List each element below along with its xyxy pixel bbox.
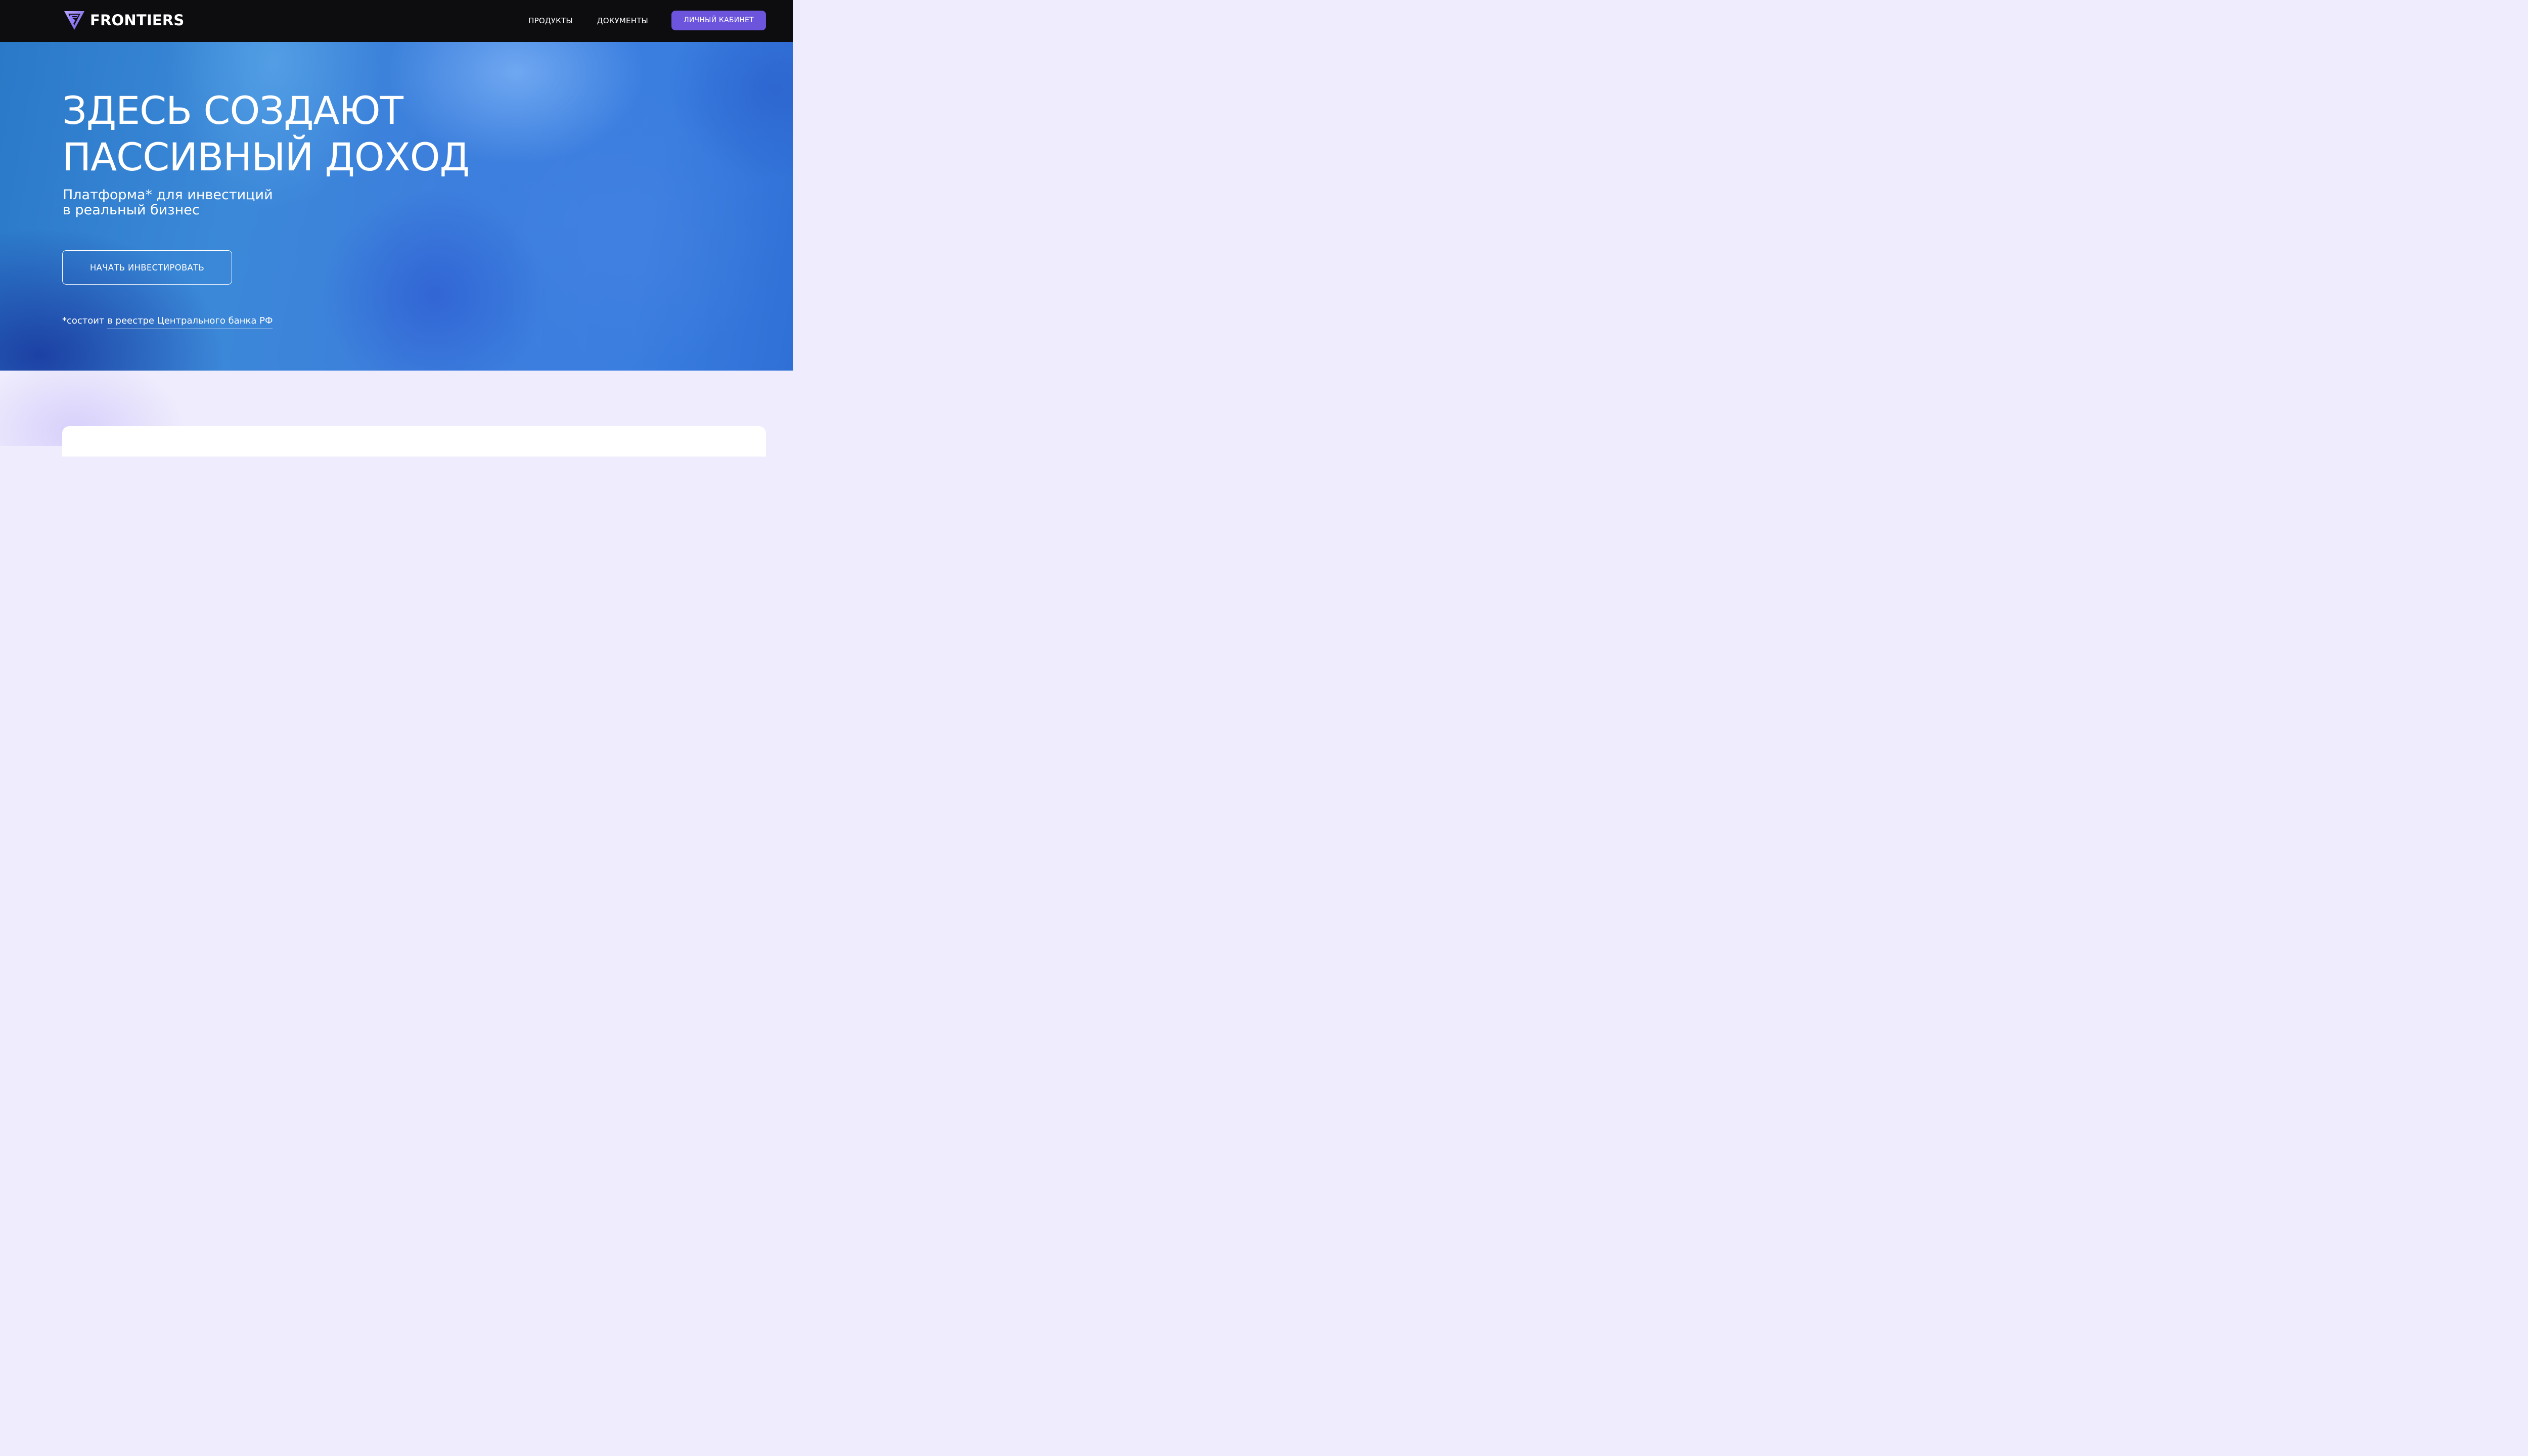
hero-section: ЗДЕСЬ СОЗДАЮТ ПАССИВНЫЙ ДОХОД Платформа*… [0, 42, 793, 371]
brand-logo[interactable]: FRONTIERS [64, 10, 184, 30]
frontiers-logo-icon [64, 11, 84, 30]
start-investing-button[interactable]: НАЧАТЬ ИНВЕСТИРОВАТЬ [62, 250, 232, 285]
hero-subtitle-line-1: Платформа* для инвестиций [63, 187, 273, 203]
hero-subtitle: Платформа* для инвестиций в реальный биз… [63, 188, 273, 218]
content-card [62, 426, 766, 457]
hero-title: ЗДЕСЬ СОЗДАЮТ ПАССИВНЫЙ ДОХОД [62, 87, 470, 180]
hero-title-line-1: ЗДЕСЬ СОЗДАЮТ [62, 88, 403, 133]
footnote-prefix: *состоит [62, 315, 108, 326]
nav-link-documents[interactable]: ДОКУМЕНТЫ [597, 16, 648, 25]
personal-account-button[interactable]: ЛИЧНЫЙ КАБИНЕТ [671, 11, 766, 30]
hero-subtitle-line-2: в реальный бизнес [63, 202, 200, 218]
hero-title-line-2: ПАССИВНЫЙ ДОХОД [62, 134, 470, 179]
central-bank-registry-link[interactable]: в реестре Центрального банка РФ [107, 315, 273, 329]
registry-footnote: *состоит в реестре Центрального банка РФ [62, 314, 273, 329]
top-navigation-bar: FRONTIERS ПРОДУКТЫ ДОКУМЕНТЫ ЛИЧНЫЙ КАБИ… [0, 0, 793, 42]
nav-link-products[interactable]: ПРОДУКТЫ [528, 16, 573, 25]
lower-section [0, 371, 793, 457]
main-nav: ПРОДУКТЫ ДОКУМЕНТЫ ЛИЧНЫЙ КАБИНЕТ [528, 11, 766, 30]
brand-name: FRONTIERS [90, 12, 185, 29]
